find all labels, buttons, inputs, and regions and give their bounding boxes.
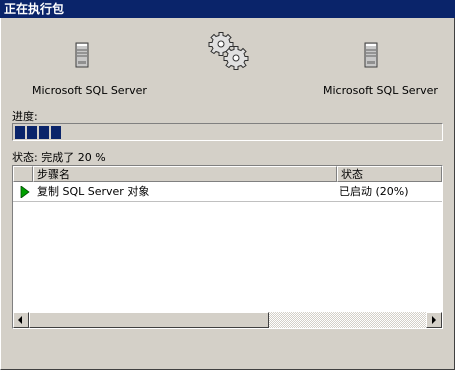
window-title: 正在执行包 <box>0 0 455 18</box>
list-header: 步骤名 状态 <box>13 166 442 182</box>
database-server-icon <box>364 42 378 68</box>
row-divider <box>13 201 442 202</box>
source-server-label: Microsoft SQL Server <box>32 84 147 97</box>
column-header-step-name[interactable]: 步骤名 <box>33 166 337 182</box>
scroll-right-button[interactable] <box>426 312 442 328</box>
steps-list[interactable]: 步骤名 状态 复制 SQL Server 对象 已启动 (20%) <box>12 165 443 329</box>
column-header-status[interactable]: 状态 <box>337 166 442 182</box>
progress-label: 进度: <box>12 110 38 123</box>
destination-server-label: Microsoft SQL Server <box>323 84 438 97</box>
column-header-icon[interactable] <box>13 166 33 182</box>
step-name: 复制 SQL Server 对象 <box>37 185 150 198</box>
step-status: 已启动 (20%) <box>339 185 409 198</box>
play-arrow-icon <box>20 186 30 198</box>
arrow-left-icon <box>18 316 22 324</box>
database-server-icon <box>75 42 89 68</box>
progress-block <box>15 126 25 139</box>
gears-icon <box>208 32 249 70</box>
progress-block <box>51 126 61 139</box>
progress-bar <box>12 123 443 141</box>
table-row[interactable]: 复制 SQL Server 对象 已启动 (20%) <box>13 183 442 201</box>
scroll-thumb[interactable] <box>29 312 269 328</box>
scroll-left-button[interactable] <box>13 312 29 328</box>
progress-block <box>27 126 37 139</box>
horizontal-scrollbar[interactable] <box>13 312 442 328</box>
progress-block <box>39 126 49 139</box>
arrow-right-icon <box>432 316 436 324</box>
scroll-track[interactable] <box>269 312 426 328</box>
status-text: 状态: 完成了 20 % <box>12 151 106 164</box>
